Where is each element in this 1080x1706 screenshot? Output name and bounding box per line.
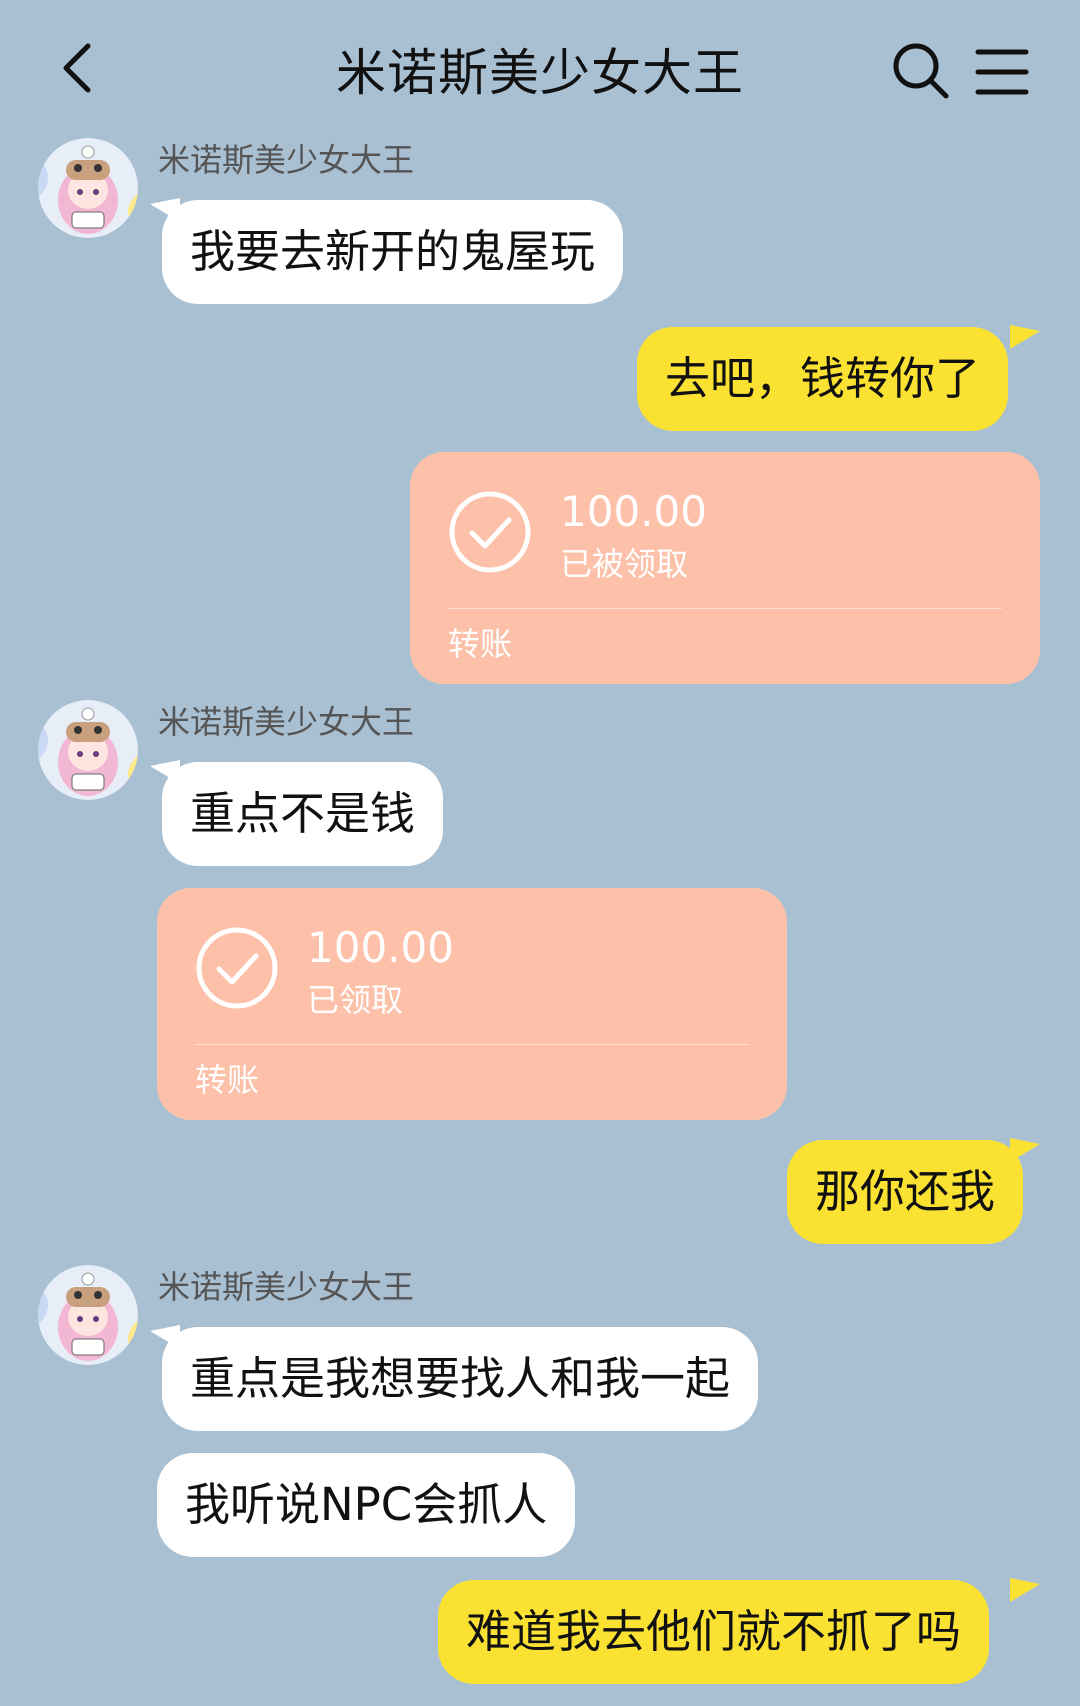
transfer-status: 已领取 — [307, 981, 404, 1019]
chat-header: 米诺斯美少女大王 — [0, 0, 1080, 140]
divider — [195, 1044, 749, 1045]
sender-name: 米诺斯美少女大王 — [158, 141, 415, 179]
transfer-card-outgoing[interactable]: 100.00 已被领取 转账 — [410, 452, 1040, 684]
bubble-tail — [150, 1325, 180, 1349]
transfer-amount: 100.00 — [307, 923, 454, 972]
message-bubble-incoming[interactable]: 重点是我想要找人和我一起 — [162, 1327, 759, 1431]
bubble-tail — [1010, 1578, 1040, 1602]
avatar-image — [38, 1265, 138, 1365]
search-button[interactable] — [890, 40, 952, 102]
contact-avatar[interactable] — [38, 138, 138, 238]
message-bubble-outgoing[interactable]: 去吧，钱转你了 — [637, 327, 1009, 431]
message-bubble-outgoing[interactable]: 难道我去他们就不抓了吗 — [438, 1580, 990, 1684]
bubble-tail — [1010, 325, 1040, 349]
divider — [448, 608, 1002, 609]
menu-button[interactable] — [972, 42, 1032, 102]
transfer-label: 转账 — [448, 625, 513, 663]
sender-name: 米诺斯美少女大王 — [158, 1268, 415, 1306]
transfer-status: 已被领取 — [560, 545, 689, 583]
message-bubble-incoming[interactable]: 重点不是钱 — [162, 762, 444, 866]
message-bubble-incoming[interactable]: 我要去新开的鬼屋玩 — [162, 200, 624, 304]
menu-icon — [975, 49, 1029, 95]
contact-avatar[interactable] — [38, 1265, 138, 1365]
contact-avatar[interactable] — [38, 700, 138, 800]
search-icon — [893, 43, 949, 99]
avatar-image — [38, 138, 138, 238]
bubble-tail — [1010, 1138, 1040, 1162]
check-circle-icon — [196, 927, 278, 1009]
transfer-label: 转账 — [195, 1061, 260, 1099]
message-bubble-outgoing[interactable]: 那你还我 — [787, 1140, 1024, 1244]
bubble-tail — [150, 760, 180, 784]
sender-name: 米诺斯美少女大王 — [158, 703, 415, 741]
check-circle-icon — [449, 491, 531, 573]
avatar-image — [38, 700, 138, 800]
transfer-card-incoming[interactable]: 100.00 已领取 转账 — [157, 888, 787, 1120]
transfer-amount: 100.00 — [560, 487, 707, 536]
message-bubble-incoming[interactable]: 我听说NPC会抓人 — [157, 1453, 576, 1557]
bubble-tail — [150, 198, 180, 222]
